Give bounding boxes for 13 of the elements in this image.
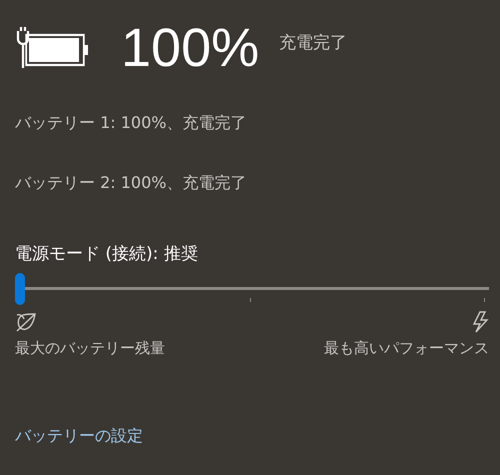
leaf-icon — [15, 311, 37, 333]
lightning-bolt-icon — [471, 311, 489, 333]
battery-charging-icon — [15, 27, 91, 69]
battery-status-text: バッテリー 1: 100%、充電完了 — [15, 113, 248, 133]
battery-percentage: 100% — [121, 21, 260, 75]
power-mode-slider[interactable] — [15, 273, 489, 305]
battery-settings-link[interactable]: バッテリーの設定 — [15, 424, 143, 448]
charge-status: 充電完了 — [279, 32, 348, 56]
power-mode-label: 電源モード (接続): 推奨 — [15, 243, 199, 265]
battery-status-text: バッテリー 2: 100%、充電完了 — [15, 173, 248, 193]
min-label: 最大のバッテリー残量 — [15, 338, 165, 359]
max-label: 最も高いパフォーマンス — [324, 338, 489, 359]
slider-thumb[interactable] — [15, 273, 25, 305]
